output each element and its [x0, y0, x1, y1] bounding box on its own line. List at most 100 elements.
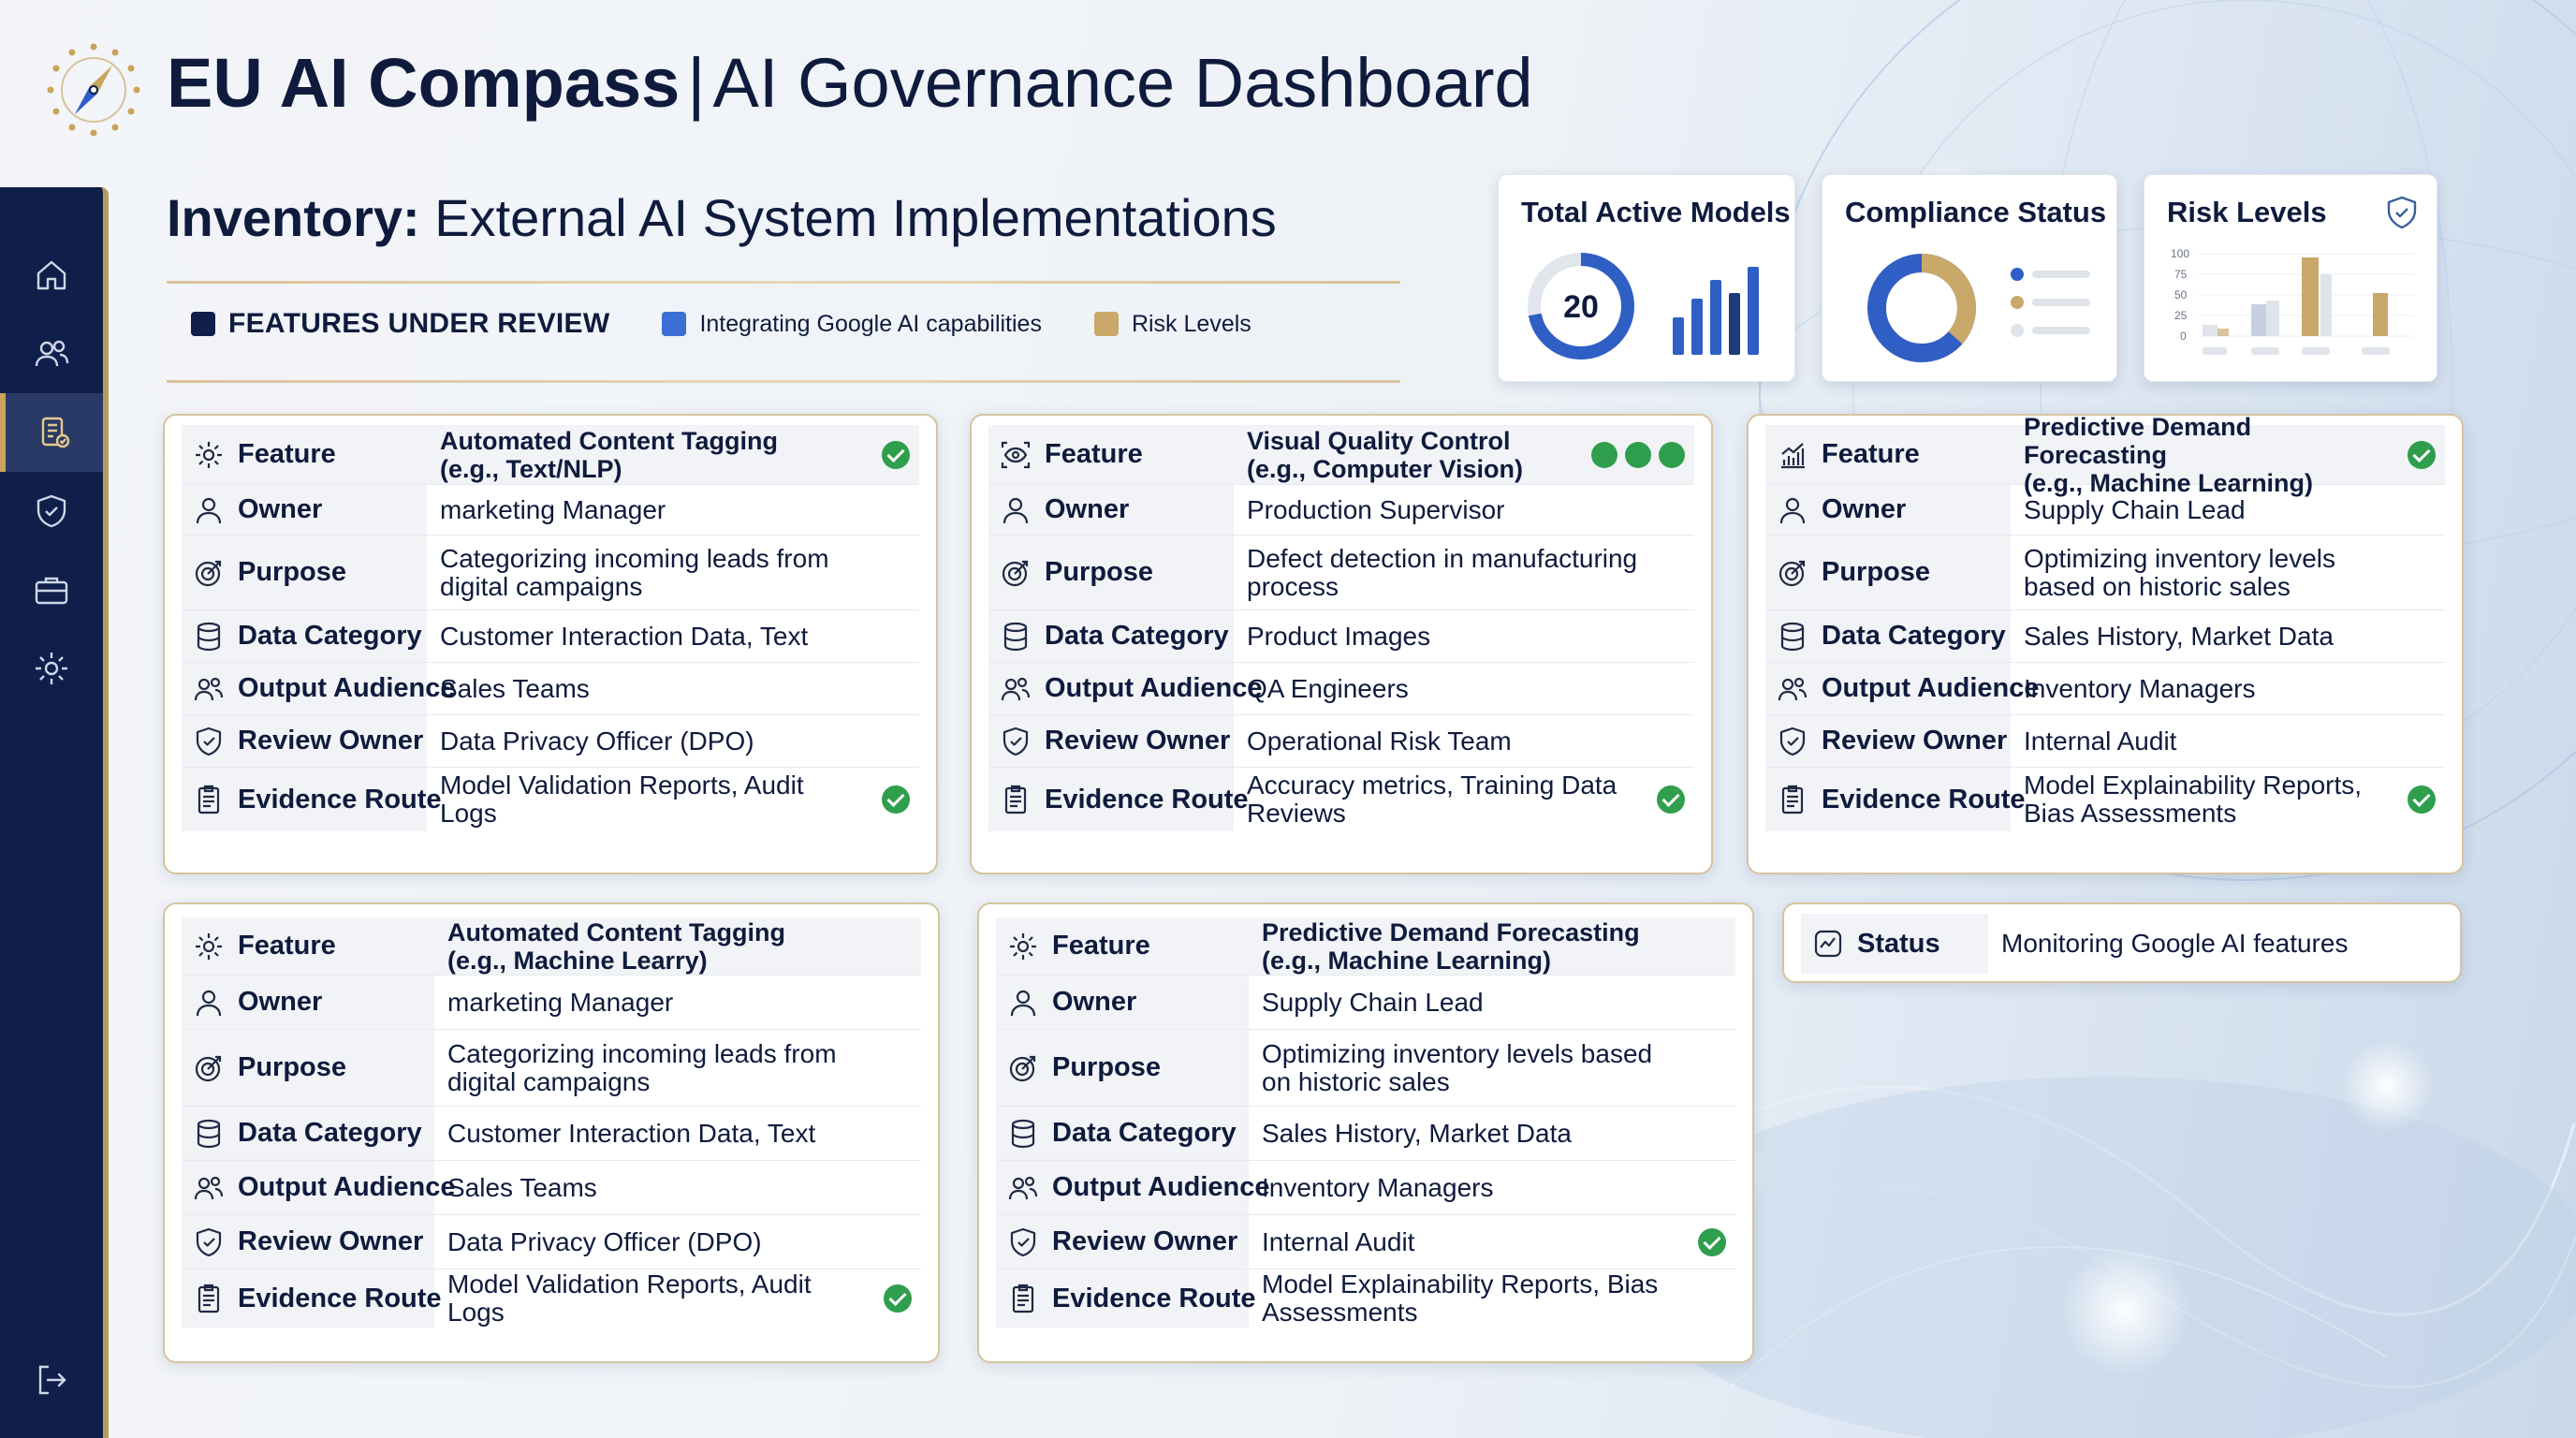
sidebar-item-settings[interactable]	[0, 629, 103, 708]
app-title-bold: EU AI Compass	[167, 44, 681, 122]
label-cell: Review Owner	[182, 1215, 434, 1269]
row-label: Owner	[1045, 494, 1130, 524]
label-cell: Evidence Route	[988, 768, 1249, 831]
feature-name-line1: Automated Content Tagging	[440, 426, 778, 455]
database-icon	[197, 1119, 221, 1148]
kpi-compliance-status[interactable]: Compliance Status	[1822, 174, 2117, 382]
users-icon	[194, 1176, 224, 1199]
row-output-audience: Output Audience QA Engineers	[988, 663, 1694, 715]
row-label: Purpose	[1822, 557, 1931, 587]
row-output-audience: Output Audience Inventory Managers	[996, 1161, 1735, 1215]
sidebar-item-home[interactable]	[0, 236, 103, 315]
user-icon	[1779, 497, 1806, 523]
label-cell: Review Owner	[988, 715, 1234, 767]
label-cell: Feature	[996, 917, 1249, 975]
divider	[167, 380, 1400, 383]
row-label: Purpose	[238, 1052, 347, 1082]
divider	[167, 281, 1400, 284]
row-data-category: Data Category Customer Interaction Data,…	[182, 610, 919, 663]
row-label: Evidence Route	[238, 1283, 442, 1313]
inventory-icon	[41, 417, 70, 448]
sidebar-item-inventory[interactable]	[0, 393, 103, 472]
user-icon	[1003, 497, 1029, 523]
document-icon	[1781, 785, 1804, 814]
users-icon	[1001, 677, 1031, 700]
feature-name-line2: (e.g., Text/NLP)	[440, 454, 622, 483]
data-category-text: Product Images	[1247, 621, 1431, 651]
row-data-category: Data Category Sales History, Market Data	[1765, 610, 2445, 663]
review-owner-text: Internal Audit	[2024, 726, 2177, 756]
data-category-value: Customer Interaction Data, Text	[427, 610, 919, 662]
check-icon	[2408, 785, 2436, 814]
row-label: Review Owner	[238, 726, 424, 756]
output-audience-text: Sales Teams	[440, 673, 590, 703]
owner-text: Production Supervisor	[1247, 494, 1505, 524]
kpi-title: Risk Levels	[2167, 196, 2327, 228]
row-label: Data Category	[1052, 1118, 1237, 1148]
user-icon	[1010, 990, 1036, 1016]
row-owner: Owner marketing Manager	[182, 976, 921, 1030]
status-value: Monitoring Google AI features	[1988, 914, 2443, 974]
compass-logo	[41, 37, 146, 142]
label-cell: Evidence Route	[182, 768, 442, 831]
row-label: Owner	[238, 494, 323, 524]
feature-card[interactable]: Feature Automated Content Tagging (e.g., …	[163, 902, 940, 1363]
row-purpose: Purpose Defect detection in manufacturin…	[988, 536, 1694, 610]
status-label: Status	[1857, 928, 1940, 959]
evidence-route-value: Model Validation Reports, Audit Logs	[427, 768, 919, 831]
feature-name-line1: Visual Quality Control	[1247, 426, 1511, 455]
document-icon	[1012, 1284, 1034, 1313]
feature-card[interactable]: Feature Predictive Demand Forecasting (e.…	[1747, 413, 2464, 874]
status-label-cell: Status	[1801, 914, 1988, 974]
row-feature: Feature Predictive Demand Forecasting (e.…	[996, 917, 1735, 976]
activity-icon	[1814, 930, 1842, 958]
database-icon	[1003, 622, 1028, 651]
sidebar-item-projects[interactable]	[0, 550, 103, 629]
feature-card[interactable]: Feature Automated Content Tagging (e.g., …	[163, 414, 938, 874]
evidence-route-text: Model Explainability Reports, Bias Asses…	[1262, 1269, 1659, 1327]
row-label: Evidence Route	[1822, 784, 2026, 814]
database-icon	[1780, 622, 1805, 651]
purpose-text: Optimizing inventory levels based on his…	[1262, 1038, 1653, 1096]
feature-name: Visual Quality Control (e.g., Computer Vi…	[1234, 425, 1694, 484]
status-card[interactable]: Status Monitoring Google AI features	[1782, 902, 2462, 983]
row-label: Purpose	[1045, 557, 1154, 587]
label-cell: Evidence Route	[182, 1269, 442, 1328]
data-category-value: Product Images	[1234, 610, 1694, 662]
sidebar-item-logout[interactable]	[0, 1341, 103, 1419]
label-cell: Review Owner	[996, 1215, 1249, 1269]
feature-card[interactable]: Feature Predictive Demand Forecasting (e.…	[977, 902, 1754, 1363]
check-icon	[2408, 440, 2436, 469]
purpose-value: Categorizing incoming leads from digital…	[434, 1030, 921, 1106]
label-cell: Output Audience	[182, 663, 456, 714]
check-icon	[882, 785, 910, 814]
sidebar-item-compliance[interactable]	[0, 472, 103, 550]
sidebar-item-users[interactable]	[0, 315, 103, 393]
owner-value: marketing Manager	[427, 485, 919, 535]
row-data-category: Data Category Product Images	[988, 610, 1694, 663]
label-cell: Owner	[182, 485, 427, 535]
row-label: Review Owner	[238, 1226, 424, 1256]
owner-value: Supply Chain Lead	[2011, 485, 2445, 535]
risk-tick: 25	[2174, 309, 2188, 322]
owner-value: Production Supervisor	[1234, 485, 1694, 535]
feature-card[interactable]: Feature Visual Quality Control (e.g., Com…	[970, 414, 1713, 874]
kpi-total-models[interactable]: Total Active Models 20	[1498, 174, 1795, 382]
output-audience-text: Inventory Managers	[1262, 1172, 1494, 1202]
data-category-value: Sales History, Market Data	[1249, 1107, 1735, 1160]
legend-label: FEATURES UNDER REVIEW	[228, 308, 610, 339]
user-icon	[196, 990, 222, 1016]
models-bars-icon	[1673, 267, 1759, 355]
users-icon	[1008, 1176, 1038, 1199]
label-cell: Feature	[988, 425, 1234, 484]
owner-text: Supply Chain Lead	[2024, 494, 2246, 524]
logout-icon	[38, 1365, 66, 1395]
legend-item-features: FEATURES UNDER REVIEW	[191, 308, 609, 340]
evidence-route-value: Model Explainability Reports, Bias Asses…	[1249, 1269, 1735, 1328]
kpi-risk-levels[interactable]: Risk Levels 100 75 50 25 0	[2144, 174, 2437, 382]
check-icon	[1698, 1227, 1726, 1256]
database-icon	[1011, 1119, 1035, 1148]
data-category-text: Sales History, Market Data	[1262, 1118, 1572, 1148]
gear-icon	[196, 441, 222, 468]
shield-check-icon	[1003, 726, 1029, 756]
